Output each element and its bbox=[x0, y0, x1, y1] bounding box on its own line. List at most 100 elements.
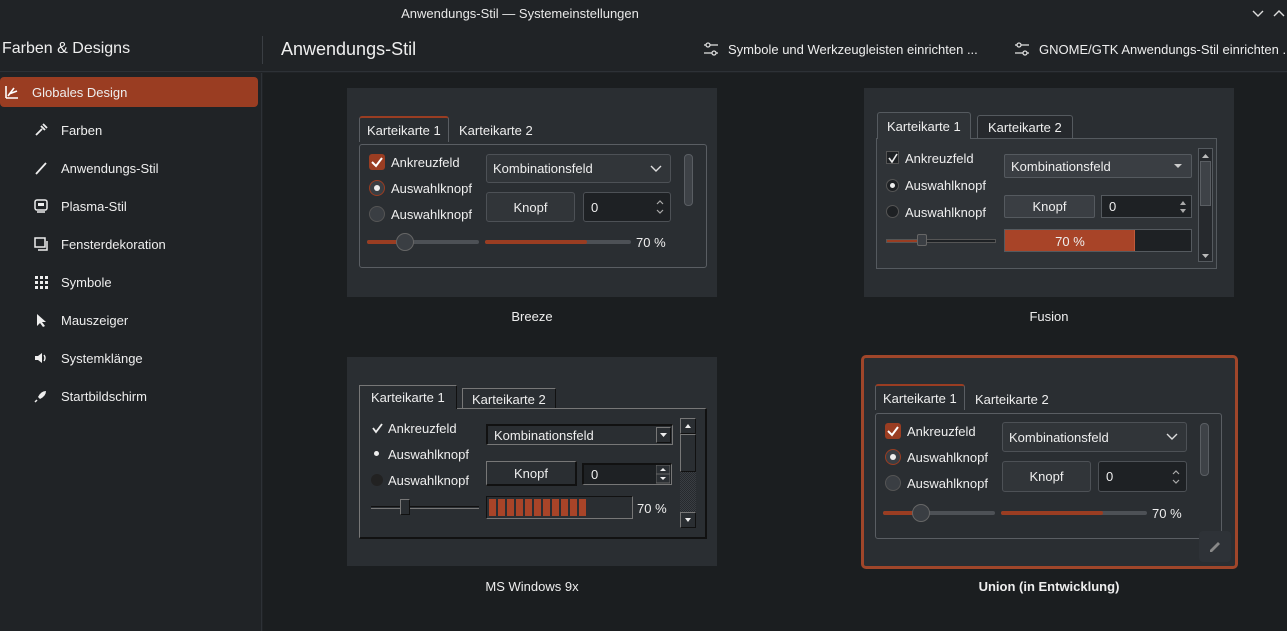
tab-2[interactable]: Karteikarte 2 bbox=[968, 386, 1056, 412]
combobox-value: Kombinationsfeld bbox=[1009, 429, 1109, 445]
check-icon bbox=[371, 157, 383, 168]
slider-handle[interactable] bbox=[400, 499, 410, 515]
slider-handle[interactable] bbox=[912, 504, 930, 522]
scrollbar[interactable] bbox=[680, 418, 696, 528]
tab-1[interactable]: Karteikarte 1 bbox=[875, 384, 965, 410]
push-button[interactable]: Knopf bbox=[1004, 195, 1095, 218]
radio-unselected[interactable] bbox=[886, 205, 899, 218]
window-icon bbox=[33, 236, 49, 252]
tab-2[interactable]: Karteikarte 2 bbox=[452, 117, 540, 143]
checkbox-label: Ankreuzfeld bbox=[391, 155, 460, 170]
slider[interactable] bbox=[367, 233, 479, 251]
radio-unselected[interactable] bbox=[371, 474, 383, 486]
checkbox[interactable] bbox=[371, 422, 384, 435]
sidebar-item-app-style[interactable]: Anwendungs-Stil bbox=[0, 153, 258, 183]
check-icon bbox=[888, 153, 898, 164]
spinbox-value: 0 bbox=[591, 467, 599, 482]
spin-arrows-icon bbox=[1172, 470, 1180, 484]
radio-selected[interactable] bbox=[885, 449, 901, 465]
radio-selected[interactable] bbox=[371, 448, 383, 460]
slider[interactable] bbox=[371, 499, 479, 515]
tab-2[interactable]: Karteikarte 2 bbox=[977, 115, 1073, 139]
maximize-icon[interactable] bbox=[1270, 4, 1287, 22]
sidebar-item-window-decoration[interactable]: Fensterdekoration bbox=[0, 229, 258, 259]
spinbox[interactable]: 0 bbox=[582, 463, 672, 485]
sidebar-title: Farben & Designs bbox=[2, 40, 131, 57]
scroll-up-icon bbox=[1202, 154, 1209, 158]
configure-icons-button[interactable]: Symbole und Werkzeugleisten einrichten .… bbox=[703, 41, 978, 57]
radio-label: Auswahlknopf bbox=[388, 473, 469, 488]
radio-label: Auswahlknopf bbox=[905, 178, 986, 193]
combobox-value: Kombinationsfeld bbox=[493, 161, 593, 176]
progress-bar bbox=[486, 496, 633, 519]
scrollbar[interactable] bbox=[684, 154, 693, 206]
style-name-fusion: Fusion bbox=[1029, 309, 1069, 324]
settings-sliders-icon bbox=[1015, 42, 1029, 56]
sidebar-item-splash-screen[interactable]: Startbildschirm bbox=[0, 381, 258, 411]
progress-bar bbox=[1001, 511, 1147, 515]
grid-icon bbox=[33, 274, 49, 290]
sidebar-item-system-sounds[interactable]: Systemklänge bbox=[0, 343, 258, 373]
progress-label: 70 % bbox=[1152, 506, 1182, 521]
radio-selected[interactable] bbox=[369, 180, 385, 196]
sidebar-item-plasma-style[interactable]: Plasma-Stil bbox=[0, 191, 258, 221]
spinbox[interactable]: 0 bbox=[1101, 195, 1192, 218]
sidebar-item-global-theme[interactable]: Globales Design bbox=[0, 77, 258, 107]
configure-icons-label: Symbole und Werkzeugleisten einrichten .… bbox=[728, 41, 978, 57]
tab-1[interactable]: Karteikarte 1 bbox=[359, 385, 457, 409]
checkbox-label: Ankreuzfeld bbox=[907, 424, 976, 439]
progress-bar bbox=[485, 240, 631, 244]
title-bar: Anwendungs-Stil — Systemeinstellungen bbox=[0, 0, 1287, 28]
sidebar-item-colors[interactable]: Farben bbox=[0, 115, 258, 145]
radio-unselected[interactable] bbox=[885, 475, 901, 491]
progress-fill bbox=[485, 240, 587, 244]
sidebar-item-label: Globales Design bbox=[32, 84, 128, 100]
slider[interactable] bbox=[883, 504, 995, 522]
tab-2[interactable]: Karteikarte 2 bbox=[462, 388, 556, 409]
spinbox[interactable]: 0 bbox=[1098, 461, 1187, 492]
slider-handle[interactable] bbox=[396, 233, 414, 251]
scrollbar-thumb[interactable] bbox=[680, 434, 696, 472]
scroll-down-button[interactable] bbox=[680, 512, 696, 528]
combobox[interactable]: Kombinationsfeld bbox=[486, 154, 671, 183]
scrollbar-thumb[interactable] bbox=[1200, 161, 1211, 206]
combo-button[interactable] bbox=[656, 427, 671, 443]
chevron-down-icon bbox=[660, 433, 667, 437]
brush-icon bbox=[33, 160, 49, 176]
spinbox[interactable]: 0 bbox=[583, 192, 671, 222]
push-button[interactable]: Knopf bbox=[486, 461, 577, 486]
radio-label: Auswahlknopf bbox=[391, 207, 472, 222]
tab-1[interactable]: Karteikarte 1 bbox=[877, 112, 971, 139]
sidebar-item-icons[interactable]: Symbole bbox=[0, 267, 258, 297]
scroll-up-button[interactable] bbox=[680, 418, 696, 434]
scrollbar[interactable] bbox=[1198, 148, 1213, 262]
push-button[interactable]: Knopf bbox=[1002, 461, 1091, 492]
combobox[interactable]: Kombinationsfeld bbox=[1002, 422, 1187, 452]
speaker-icon bbox=[33, 350, 49, 366]
slider-handle[interactable] bbox=[917, 234, 927, 246]
tab-1[interactable]: Karteikarte 1 bbox=[359, 116, 449, 142]
spinbox-value: 0 bbox=[1106, 469, 1114, 484]
checkbox[interactable] bbox=[369, 154, 385, 170]
sidebar-item-label: Plasma-Stil bbox=[61, 198, 127, 214]
color-picker-icon bbox=[33, 122, 49, 138]
checkbox[interactable] bbox=[886, 151, 899, 164]
checkbox[interactable] bbox=[885, 423, 901, 439]
combobox-value: Kombinationsfeld bbox=[1011, 158, 1111, 174]
combobox[interactable]: Kombinationsfeld bbox=[486, 424, 673, 445]
progress-bar: 70 % bbox=[1004, 229, 1192, 252]
radio-selected[interactable] bbox=[886, 179, 899, 192]
header-bar: Farben & Designs Anwendungs-Stil Symbole… bbox=[0, 28, 1287, 72]
progress-fill bbox=[1001, 511, 1103, 515]
sidebar-item-cursors[interactable]: Mauszeiger bbox=[0, 305, 258, 335]
slider[interactable] bbox=[886, 234, 996, 246]
push-button[interactable]: Knopf bbox=[486, 192, 575, 222]
header-divider bbox=[262, 36, 263, 64]
configure-gtk-button[interactable]: GNOME/GTK Anwendungs-Stil einrichten ... bbox=[1014, 41, 1287, 57]
combobox[interactable]: Kombinationsfeld bbox=[1004, 154, 1192, 178]
scrollbar[interactable] bbox=[1200, 423, 1209, 476]
radio-unselected[interactable] bbox=[369, 206, 385, 222]
edit-style-button[interactable] bbox=[1199, 531, 1231, 562]
settings-sliders-icon bbox=[704, 42, 718, 56]
minimize-icon[interactable] bbox=[1249, 4, 1267, 22]
